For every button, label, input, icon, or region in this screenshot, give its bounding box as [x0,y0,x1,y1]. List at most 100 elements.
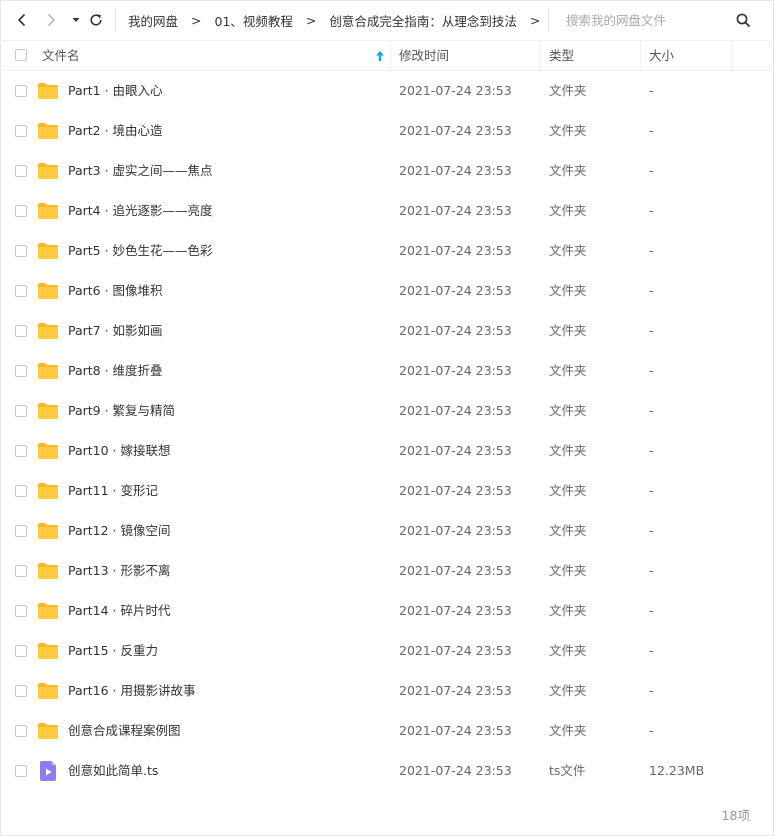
file-name[interactable]: Part4 · 追光逐影——亮度 [68,191,213,231]
file-name[interactable]: Part13 · 形影不离 [68,551,171,591]
file-type: 文件夹 [549,443,587,458]
file-name[interactable]: Part9 · 繁复与精简 [68,391,175,431]
row-checkbox[interactable] [15,285,27,297]
file-row[interactable]: Part2 · 境由心造 2021-07-24 23:53 文件夹 - [0,111,774,151]
file-name[interactable]: 创意如此简单.ts [68,751,158,791]
forward-button[interactable] [41,10,61,30]
file-name[interactable]: Part1 · 由眼入心 [68,71,163,111]
column-header-size[interactable]: 大小 [649,41,674,70]
file-name[interactable]: Part11 · 变形记 [68,471,158,511]
column-header-type[interactable]: 类型 [549,41,574,70]
file-size: - [649,203,654,218]
file-row[interactable]: Part6 · 图像堆积 2021-07-24 23:53 文件夹 - [0,271,774,311]
caret-down-icon [72,18,80,22]
file-row[interactable]: Part3 · 虚实之间——焦点 2021-07-24 23:53 文件夹 - [0,151,774,191]
folder-icon [38,82,58,100]
file-name[interactable]: Part10 · 嫁接联想 [68,431,171,471]
file-name[interactable]: Part15 · 反重力 [68,631,158,671]
file-type: 文件夹 [549,683,587,698]
file-type: 文件夹 [549,603,587,618]
search-button[interactable] [733,10,753,30]
folder-icon [38,402,58,420]
file-name[interactable]: 创意合成课程案例图 [68,711,181,751]
file-name[interactable]: Part8 · 维度折叠 [68,351,163,391]
file-name[interactable]: Part3 · 虚实之间——焦点 [68,151,213,191]
file-row[interactable]: 创意合成课程案例图 2021-07-24 23:53 文件夹 - [0,711,774,751]
file-row[interactable]: Part8 · 维度折叠 2021-07-24 23:53 文件夹 - [0,351,774,391]
modified-time: 2021-07-24 23:53 [399,123,512,138]
row-checkbox[interactable] [15,245,27,257]
column-header-name[interactable]: 文件名 [42,41,80,70]
row-checkbox[interactable] [15,325,27,337]
folder-icon [38,202,58,220]
modified-time: 2021-07-24 23:53 [399,83,512,98]
row-checkbox[interactable] [15,725,27,737]
file-name[interactable]: Part2 · 境由心造 [68,111,163,151]
file-row[interactable]: Part12 · 镜像空间 2021-07-24 23:53 文件夹 - [0,511,774,551]
file-size: - [649,443,654,458]
row-checkbox[interactable] [15,525,27,537]
file-type: 文件夹 [549,283,587,298]
breadcrumb-item-video-tutorials[interactable]: 01、视频教程 [215,11,293,30]
file-size: - [649,323,654,338]
sort-ascending-icon[interactable] [375,50,385,62]
back-button[interactable] [12,10,32,30]
file-name[interactable]: Part12 · 镜像空间 [68,511,171,551]
row-checkbox[interactable] [15,565,27,577]
modified-time: 2021-07-24 23:53 [399,203,512,218]
row-checkbox[interactable] [15,405,27,417]
refresh-button[interactable] [86,10,106,30]
file-name[interactable]: Part7 · 如影如画 [68,311,163,351]
modified-time: 2021-07-24 23:53 [399,283,512,298]
file-row[interactable]: Part9 · 繁复与精简 2021-07-24 23:53 文件夹 - [0,391,774,431]
row-checkbox[interactable] [15,645,27,657]
breadcrumb-item-current-folder[interactable]: 创意合成完全指南：从理念到技法 [329,11,517,30]
search-icon [736,13,750,27]
toolbar-divider [115,8,116,32]
row-checkbox[interactable] [15,205,27,217]
file-row[interactable]: Part14 · 碎片时代 2021-07-24 23:53 文件夹 - [0,591,774,631]
file-row[interactable]: 创意如此简单.ts 2021-07-24 23:53 ts文件 12.23MB [0,751,774,791]
file-type: 文件夹 [549,563,587,578]
file-row[interactable]: Part13 · 形影不离 2021-07-24 23:53 文件夹 - [0,551,774,591]
row-checkbox[interactable] [15,765,27,777]
file-name[interactable]: Part5 · 妙色生花——色彩 [68,231,213,271]
file-row[interactable]: Part10 · 嫁接联想 2021-07-24 23:53 文件夹 - [0,431,774,471]
row-checkbox[interactable] [15,165,27,177]
file-size: - [649,123,654,138]
folder-icon [38,562,58,580]
status-footer: 18项 [0,801,774,834]
history-dropdown-button[interactable] [66,10,86,30]
modified-time: 2021-07-24 23:53 [399,323,512,338]
breadcrumb-item-root[interactable]: 我的网盘 [128,11,178,30]
modified-time: 2021-07-24 23:53 [399,363,512,378]
row-checkbox[interactable] [15,605,27,617]
file-name[interactable]: Part6 · 图像堆积 [68,271,163,311]
row-checkbox[interactable] [15,365,27,377]
row-checkbox[interactable] [15,685,27,697]
file-row[interactable]: Part16 · 用摄影讲故事 2021-07-24 23:53 文件夹 - [0,671,774,711]
folder-icon [38,322,58,340]
breadcrumb-separator: > [305,12,317,28]
file-name[interactable]: Part16 · 用摄影讲故事 [68,671,196,711]
row-checkbox[interactable] [15,85,27,97]
search-input[interactable] [549,4,729,36]
folder-icon [38,442,58,460]
folder-icon [38,362,58,380]
file-row[interactable]: Part7 · 如影如画 2021-07-24 23:53 文件夹 - [0,311,774,351]
file-name[interactable]: Part14 · 碎片时代 [68,591,171,631]
file-row[interactable]: Part11 · 变形记 2021-07-24 23:53 文件夹 - [0,471,774,511]
column-header-modified[interactable]: 修改时间 [399,41,449,70]
row-checkbox[interactable] [15,125,27,137]
file-type: 文件夹 [549,723,587,738]
modified-time: 2021-07-24 23:53 [399,643,512,658]
row-checkbox[interactable] [15,485,27,497]
modified-time: 2021-07-24 23:53 [399,163,512,178]
select-all-checkbox[interactable] [15,49,27,61]
file-row[interactable]: Part15 · 反重力 2021-07-24 23:53 文件夹 - [0,631,774,671]
file-row[interactable]: Part1 · 由眼入心 2021-07-24 23:53 文件夹 - [0,71,774,111]
breadcrumb-separator: > [529,12,541,28]
file-row[interactable]: Part5 · 妙色生花——色彩 2021-07-24 23:53 文件夹 - [0,231,774,271]
row-checkbox[interactable] [15,445,27,457]
file-row[interactable]: Part4 · 追光逐影——亮度 2021-07-24 23:53 文件夹 - [0,191,774,231]
